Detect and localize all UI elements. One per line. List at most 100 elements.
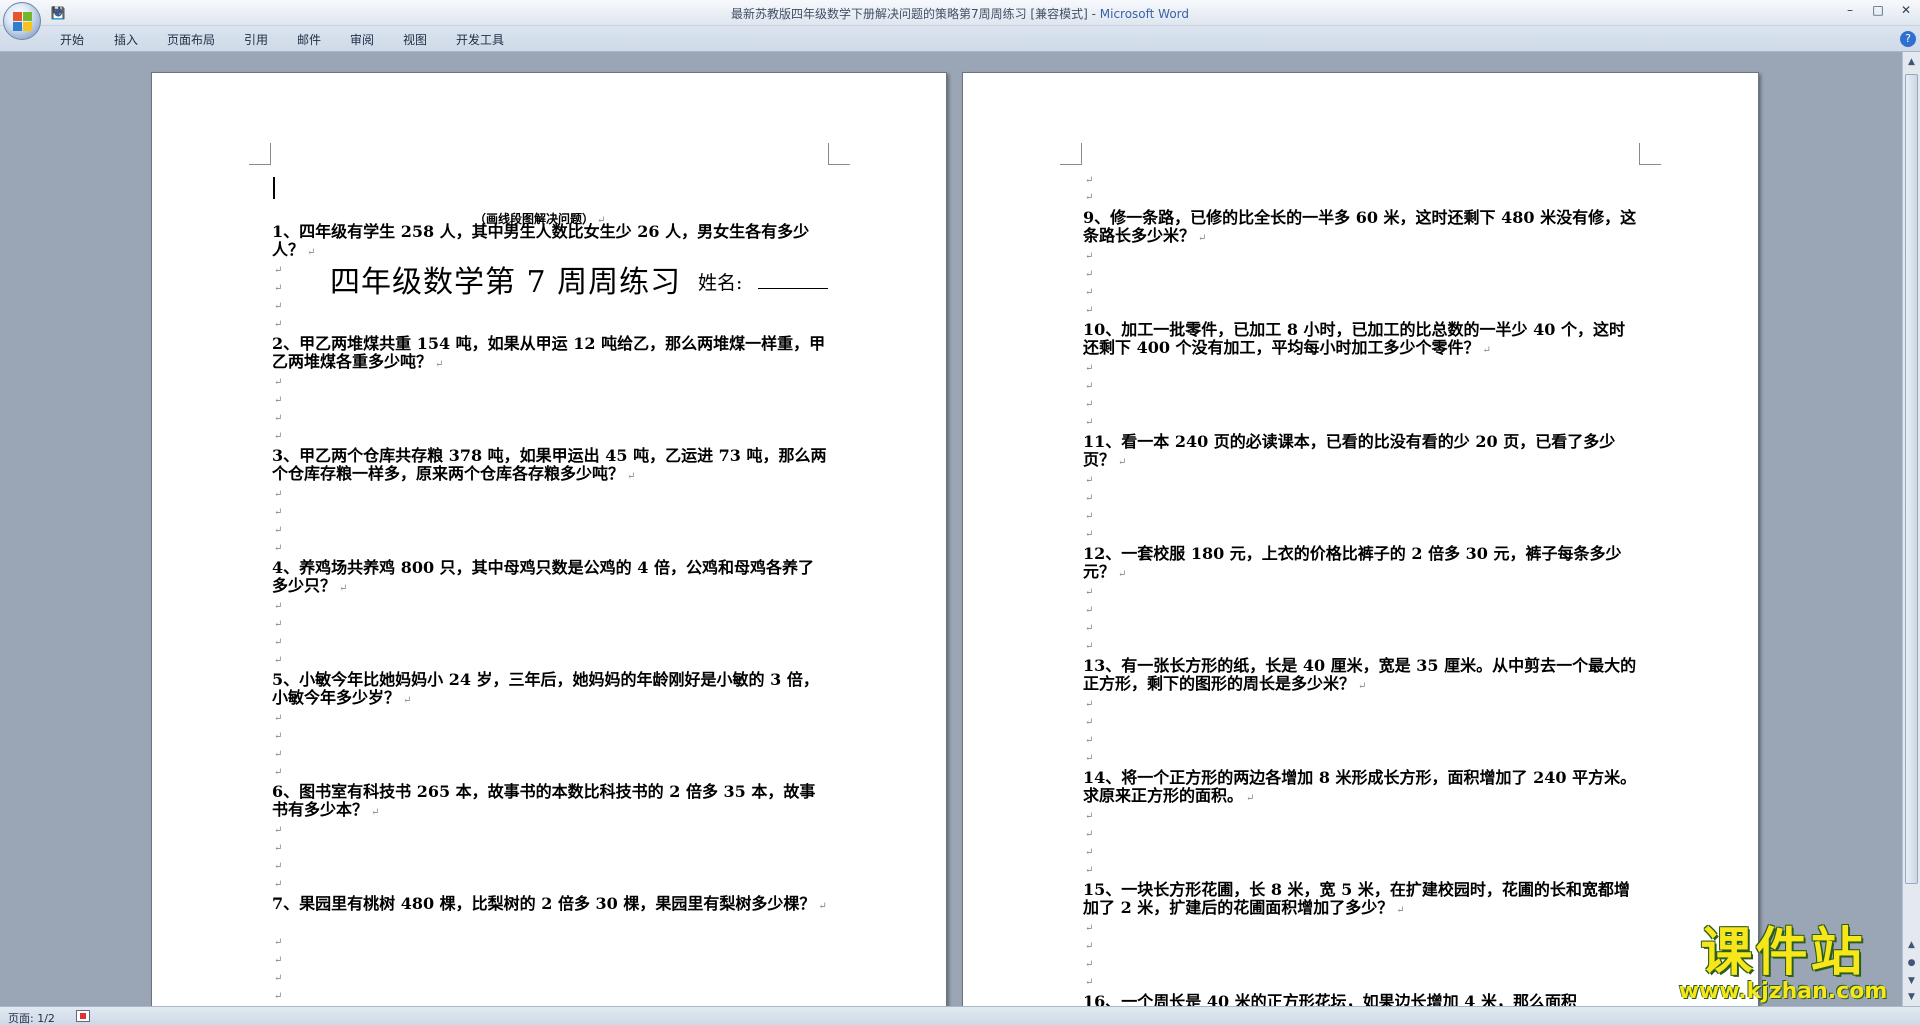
margin-corner-top-right (1639, 143, 1661, 165)
paragraph-mark: ↵ (307, 247, 316, 258)
paragraph-mark: ↵ (1085, 623, 1094, 634)
tab-page-layout[interactable]: 页面布局 (167, 31, 215, 48)
next-page-icon[interactable]: ▼ (1905, 974, 1918, 988)
paragraph-mark: ↵ (274, 601, 283, 612)
paragraph-mark: ↵ (1482, 345, 1491, 356)
paragraph-mark: ↵ (1085, 847, 1094, 858)
office-logo-icon (13, 12, 33, 32)
question-text: 9、修一条路，已修的比全长的一半多 60 米，这时还剩下 480 米没有修，这条… (1083, 208, 1637, 245)
paragraph-mark: ↵ (274, 413, 283, 424)
question-text: 14、将一个正方形的两边各增加 8 米形成长方形，面积增加了 240 平方米。求… (1083, 768, 1637, 805)
vertical-scrollbar[interactable]: ▲ ▲ ● ▼ ▼ (1902, 52, 1920, 1006)
question-11: 11、看一本 240 页的必读课本，已看的比没有看的少 20 页，已看了多少页？… (1083, 433, 1639, 472)
help-icon[interactable]: ? (1900, 31, 1916, 47)
paragraph-mark: ↵ (435, 359, 444, 370)
document-name: 最新苏教版四年级数学下册解决问题的策略第7周周练习 [兼容模式] (730, 7, 1088, 21)
document-workspace[interactable]: 四年级数学第 7 周周练习 姓名: （画线段图解决问题） ↵ 1、四年级有学生 2… (0, 52, 1902, 1006)
scrollbar-thumb[interactable] (1905, 74, 1918, 884)
watermark-url: www.kjzhan.com (1678, 979, 1888, 1004)
tab-review[interactable]: 审阅 (350, 31, 374, 48)
question-text: 7、果园里有桃树 480 棵，比梨树的 2 倍多 30 棵，果园里有梨树多少棵？ (272, 894, 816, 913)
scroll-up-icon[interactable]: ▲ (1905, 55, 1918, 69)
question-13: 13、有一张长方形的纸，长是 40 厘米，宽是 35 厘米。从中剪去一个最大的正… (1083, 657, 1639, 696)
status-bar: 页面: 1/2 (0, 1006, 1920, 1025)
paragraph-mark: ↵ (274, 879, 283, 890)
page-1[interactable]: 四年级数学第 7 周周练习 姓名: （画线段图解决问题） ↵ 1、四年级有学生 2… (151, 72, 947, 1006)
close-icon[interactable]: ✕ (1892, 0, 1920, 20)
scroll-down-icon[interactable]: ▼ (1905, 990, 1918, 1004)
paragraph-mark: ↵ (274, 543, 283, 554)
window-controls: – □ ✕ (1836, 0, 1920, 22)
paragraph-mark: ↵ (1085, 269, 1094, 280)
paragraph-mark: ↵ (1396, 905, 1405, 916)
paragraph-mark: ↵ (1085, 977, 1094, 988)
paragraph-mark: ↵ (1085, 959, 1094, 970)
question-text: 3、甲乙两个仓库共存粮 378 吨，如果甲运出 45 吨，乙运进 73 吨，那么… (272, 446, 827, 483)
question-3: 3、甲乙两个仓库共存粮 378 吨，如果甲运出 45 吨，乙运进 73 吨，那么… (272, 447, 828, 486)
paragraph-mark: ↵ (1085, 605, 1094, 616)
paragraph-mark: ↵ (1085, 529, 1094, 540)
tab-mailings[interactable]: 邮件 (297, 31, 321, 48)
page-2[interactable]: ↵ ↵ 9、修一条路，已修的比全长的一半多 60 米，这时还剩下 480 米没有… (962, 72, 1759, 1006)
paragraph-mark: ↵ (1085, 417, 1094, 428)
paragraph-mark: ↵ (1246, 793, 1255, 804)
office-button[interactable] (3, 2, 41, 40)
paragraph-mark: ↵ (1085, 363, 1094, 374)
paragraph-mark: ↵ (274, 955, 283, 966)
paragraph-mark: ↵ (1085, 251, 1094, 262)
tab-home[interactable]: 开始 (60, 31, 84, 48)
paragraph-mark: ↵ (274, 937, 283, 948)
tab-references[interactable]: 引用 (244, 31, 268, 48)
paragraph-mark: ↵ (1085, 192, 1094, 203)
watermark: 课件站 www.kjzhan.com (1668, 925, 1898, 1003)
watermark-text: 课件站 (1700, 923, 1866, 983)
paragraph-mark: ↵ (1085, 511, 1094, 522)
tab-insert[interactable]: 插入 (114, 31, 138, 48)
proofing-icon[interactable] (76, 1010, 90, 1022)
page-indicator[interactable]: 页面: 1/2 (8, 1010, 55, 1025)
question-text: 6、图书室有科技书 265 本，故事书的本数比科技书的 2 倍多 35 本，故事… (272, 782, 816, 819)
paragraph-mark: ↵ (1085, 641, 1094, 652)
paragraph-mark: ↵ (1085, 941, 1094, 952)
paragraph-mark: ↵ (371, 807, 380, 818)
question-16: 16、一个周长是 40 米的正方形花坛，如果边长增加 4 米，那么面积 (1083, 993, 1639, 1007)
paragraph-mark: ↵ (1085, 753, 1094, 764)
name-label: 姓名: (698, 272, 743, 294)
name-blank-line (758, 288, 828, 289)
question-text: 15、一块长方形花圃，长 8 米，宽 5 米，在扩建校园时，花圃的长和宽都增加了… (1083, 880, 1630, 917)
question-text: 1、四年级有学生 258 人，其中男生人数比女生少 26 人，男女生各有多少人？ (272, 222, 810, 259)
paragraph-mark: ↵ (1085, 475, 1094, 486)
question-9: 9、修一条路，已修的比全长的一半多 60 米，这时还剩下 480 米没有修，这条… (1083, 209, 1639, 248)
paragraph-mark: ↵ (1085, 865, 1094, 876)
question-10: 10、加工一批零件，已加工 8 小时，已加工的比总数的一半少 40 个，这时还剩… (1083, 321, 1639, 360)
document-title: 四年级数学第 7 周周练习 (330, 265, 682, 300)
paragraph-mark: ↵ (274, 283, 283, 294)
tab-developer[interactable]: 开发工具 (456, 31, 504, 48)
question-text: 11、看一本 240 页的必读课本，已看的比没有看的少 20 页，已看了多少页？ (1083, 432, 1616, 469)
minimize-icon[interactable]: – (1836, 0, 1864, 20)
question-12: 12、一套校服 180 元，上衣的价格比裤子的 2 倍多 30 元，裤子每条多少… (1083, 545, 1639, 584)
paragraph-mark: ↵ (1118, 569, 1127, 580)
paragraph-mark: ↵ (339, 583, 348, 594)
previous-page-icon[interactable]: ▲ (1905, 938, 1918, 952)
question-7: 7、果园里有桃树 480 棵，比梨树的 2 倍多 30 棵，果园里有梨树多少棵？… (272, 895, 828, 916)
paragraph-mark: ↵ (274, 265, 283, 276)
paragraph-mark: ↵ (1085, 493, 1094, 504)
paragraph-mark: ↵ (274, 825, 283, 836)
paragraph-mark: ↵ (627, 471, 636, 482)
paragraph-mark: ↵ (274, 749, 283, 760)
paragraph-mark: ↵ (1085, 287, 1094, 298)
question-text: 10、加工一批零件，已加工 8 小时，已加工的比总数的一半少 40 个，这时还剩… (1083, 320, 1625, 357)
question-text: 12、一套校服 180 元，上衣的价格比裤子的 2 倍多 30 元，裤子每条多少… (1083, 544, 1622, 581)
paragraph-mark: ↵ (274, 319, 283, 330)
paragraph-mark: ↵ (274, 489, 283, 500)
paragraph-mark: ↵ (1085, 829, 1094, 840)
question-text: 2、甲乙两堆煤共重 154 吨，如果从甲运 12 吨给乙，那么两堆煤一样重，甲乙… (272, 334, 826, 371)
paragraph-mark: ↵ (1085, 699, 1094, 710)
select-browse-object-icon[interactable]: ● (1905, 956, 1918, 970)
paragraph-mark: ↵ (403, 695, 412, 706)
question-5: 5、小敏今年比她妈妈小 24 岁，三年后，她妈妈的年龄刚好是小敏的 3 倍，小敏… (272, 671, 828, 710)
maximize-icon[interactable]: □ (1864, 0, 1892, 20)
margin-corner-top-left (249, 143, 271, 165)
tab-view[interactable]: 视图 (403, 31, 427, 48)
